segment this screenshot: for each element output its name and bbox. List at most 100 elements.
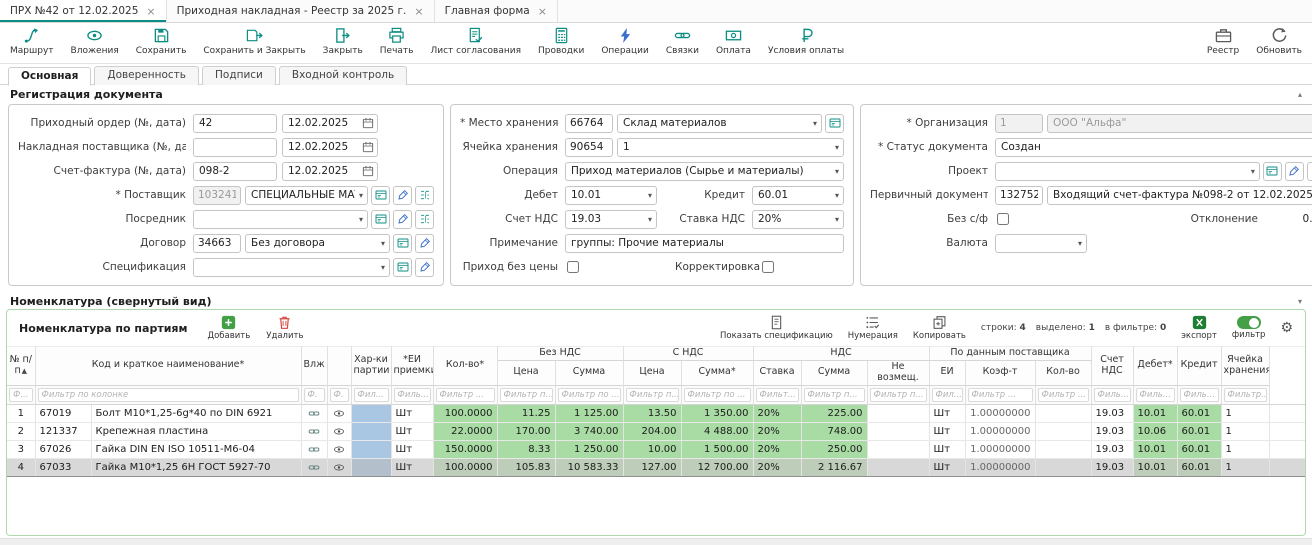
cell-unit[interactable]: Шт [391,458,433,476]
open-card-button[interactable] [393,234,412,253]
window-tab-document[interactable]: ПРХ №42 от 12.02.2025 × [0,0,167,22]
cell-attach[interactable] [301,440,327,458]
cell-unit[interactable]: Шт [391,422,433,440]
storage-select[interactable]: Склад материалов▾ [617,114,822,133]
column-filter-input[interactable]: Филь... [394,388,431,402]
cell-debit[interactable]: 10.06 [1133,422,1177,440]
export-excel-button[interactable]: экспорт [1181,315,1217,341]
cell-name[interactable]: Гайка М10*1,25 6Н ГОСТ 5927-70 [91,458,301,476]
cell-coef[interactable]: 1.00000000 [965,404,1035,422]
cell-rate[interactable]: 20% [753,458,801,476]
cell-cell[interactable]: 1 [1221,440,1269,458]
credit-select[interactable]: 60.01▾ [752,186,844,205]
cell-view[interactable] [327,458,351,476]
toolbar-button-approval-sheet[interactable]: Лист согласования [430,27,521,56]
cell-batch[interactable] [351,440,391,458]
cell-attach[interactable] [301,404,327,422]
clear-field-button[interactable] [415,234,434,253]
cell-debit[interactable]: 10.01 [1133,404,1177,422]
cell-price_net[interactable]: 170.00 [497,422,555,440]
col-credit[interactable]: Кредит [1177,347,1221,386]
calendar-icon[interactable] [362,117,374,129]
column-filter-input[interactable]: Фильтр по колонке [38,388,299,402]
table-row[interactable]: 467033Гайка М10*1,25 6Н ГОСТ 5927-70 Шт 10… [7,458,1305,476]
col-code-name[interactable]: Код и краткое наименование* [35,347,301,386]
col-supplier-qty[interactable]: Кол-во [1035,360,1091,385]
cell-sum_net[interactable]: 3 740.00 [555,422,623,440]
cell-num[interactable]: 2 [7,422,35,440]
column-filter-input[interactable]: Филь... [1094,388,1131,402]
tab-input-control[interactable]: Входной контроль [279,66,407,85]
cell-code[interactable]: 67019 [35,404,91,422]
toolbar-button-links[interactable]: Связки [666,27,699,56]
col-coefficient[interactable]: Коэф-т [965,360,1035,385]
cell-vat_acc[interactable]: 19.03 [1091,458,1133,476]
storage-code-input[interactable] [565,114,613,133]
toolbar-button-save-close[interactable]: Сохранить и Закрыть [203,27,305,56]
cell-sup_qty[interactable] [1035,404,1091,422]
cell-coef[interactable]: 1.00000000 [965,458,1035,476]
column-filter-input[interactable]: Фильтр ... [436,388,495,402]
cell-qty[interactable]: 100.0000 [433,404,497,422]
col-view[interactable] [327,347,351,386]
cell-code[interactable]: 67033 [35,458,91,476]
cell-sum_net[interactable]: 1 125.00 [555,404,623,422]
column-filter-input[interactable]: Фильтр п... [500,388,553,402]
cell-non_refund[interactable] [867,440,929,458]
add-row-button[interactable]: Добавить [207,315,250,341]
cell-sum_net[interactable]: 1 250.00 [555,440,623,458]
col-attachments[interactable]: Влж [301,347,327,386]
column-filter-input[interactable]: Фильтр по ... [558,388,621,402]
no-invoice-checkbox[interactable] [997,213,1009,225]
cell-debit[interactable]: 10.01 [1133,458,1177,476]
cell-vat_acc[interactable]: 19.03 [1091,440,1133,458]
primary-doc-select[interactable]: Входящий счет-фактура №098-2 от 12.02.20… [1047,186,1312,205]
filter-toggle[interactable]: фильтр [1232,316,1266,340]
close-icon[interactable]: × [414,5,423,18]
col-row-number[interactable]: № п/п▲ [7,347,35,386]
col-price-gross[interactable]: Цена [623,360,681,385]
toolbar-button-payment-terms[interactable]: Условия оплаты [768,27,844,56]
cell-vat_acc[interactable]: 19.03 [1091,404,1133,422]
column-filter-input[interactable]: Ф... [9,388,33,402]
cell-credit[interactable]: 60.01 [1177,440,1221,458]
open-card-button[interactable] [371,210,390,229]
cell-price_net[interactable]: 105.83 [497,458,555,476]
cell-num[interactable]: 4 [7,458,35,476]
cell-price_net[interactable]: 8.33 [497,440,555,458]
cell-sum_gross[interactable]: 1 500.00 [681,440,753,458]
contract-code-input[interactable] [193,234,241,253]
column-filter-input[interactable]: Филь... [1180,388,1219,402]
column-filter-input[interactable]: Фильтр ... [968,388,1033,402]
column-filter-input[interactable]: Фил... [354,388,389,402]
storage-cell-select[interactable]: 1▾ [617,138,844,157]
open-card-button[interactable] [393,258,412,277]
open-card-button[interactable] [825,114,844,133]
cell-num[interactable]: 3 [7,440,35,458]
cell-vat_sum[interactable]: 250.00 [801,440,867,458]
col-debit[interactable]: Дебет* [1133,347,1177,386]
tab-power-of-attorney[interactable]: Доверенность [94,66,199,85]
horizontal-scrollbar[interactable] [0,538,1312,545]
cell-name[interactable]: Крепежная пластина [91,422,301,440]
vat-account-select[interactable]: 19.03▾ [565,210,657,229]
toolbar-button-refresh[interactable]: Обновить [1256,27,1302,56]
cell-sum_net[interactable]: 10 583.33 [555,458,623,476]
cell-non_refund[interactable] [867,458,929,476]
cell-price_gross[interactable]: 204.00 [623,422,681,440]
no-price-checkbox[interactable] [567,261,579,273]
receipt-order-number-input[interactable] [193,114,277,133]
tree-select-button[interactable] [415,210,434,229]
tab-signatures[interactable]: Подписи [202,66,276,85]
toolbar-button-operations[interactable]: Операции [601,27,649,56]
debit-select[interactable]: 10.01▾ [565,186,657,205]
contract-select[interactable]: Без договора▾ [245,234,390,253]
note-input[interactable] [565,234,844,253]
toolbar-button-route[interactable]: Маршрут [10,27,54,56]
toolbar-button-save[interactable]: Сохранить [136,27,187,56]
cell-batch[interactable] [351,404,391,422]
currency-select[interactable]: ▾ [995,234,1087,253]
column-filter-input[interactable]: Ф. [304,388,325,402]
status-select[interactable]: Создан▾ [995,138,1312,157]
col-storage-cell[interactable]: Ячейка хранения [1221,347,1269,386]
